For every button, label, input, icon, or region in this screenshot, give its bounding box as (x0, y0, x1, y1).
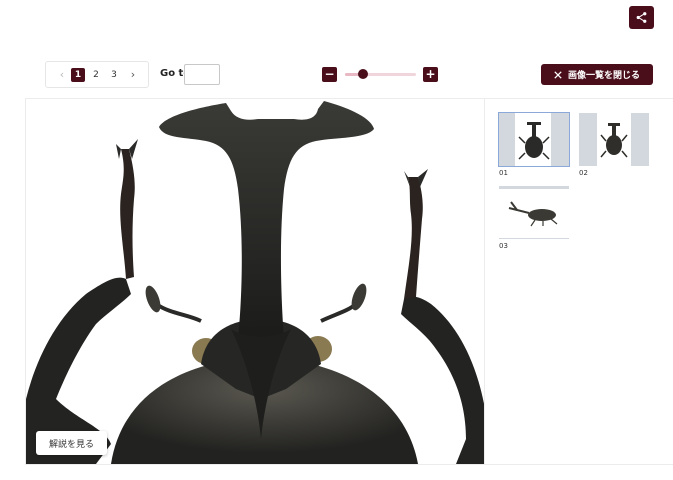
close-icon (554, 70, 562, 79)
zoom-slider-handle[interactable] (357, 69, 368, 79)
prev-page-icon[interactable]: ‹ (55, 68, 69, 81)
thumbnail-frame (579, 113, 649, 166)
next-page-icon[interactable]: › (126, 68, 140, 81)
pagination: ‹ 1 2 3 › (45, 61, 149, 88)
beetle-top-view-thumbnail (518, 122, 550, 160)
divider (25, 464, 673, 465)
main-image-viewer[interactable] (25, 99, 484, 464)
image-viewer-page: ‹ 1 2 3 › Go to − + 画像一覧を閉じる 解説を見る 01 02… (0, 0, 673, 480)
thumbnail-label: 01 (499, 169, 508, 177)
share-icon (636, 12, 647, 23)
zoom-slider[interactable] (345, 69, 416, 79)
share-button[interactable] (629, 6, 654, 29)
beetle-main-image (26, 101, 484, 464)
zoom-in-button[interactable]: + (423, 67, 438, 82)
page-1-button[interactable]: 1 (71, 67, 85, 82)
close-image-list-label: 画像一覧を閉じる (567, 71, 640, 81)
thumbnail-label: 02 (579, 169, 588, 177)
thumbnail-label: 03 (499, 242, 508, 250)
page-2-button[interactable]: 2 (89, 68, 103, 82)
zoom-out-button[interactable]: − (322, 67, 337, 82)
divider (484, 99, 485, 464)
goto-page-input[interactable] (184, 64, 220, 85)
beetle-bottom-view-thumbnail (600, 123, 628, 158)
page-3-button[interactable]: 3 (107, 68, 121, 82)
thumbnail-frame (499, 186, 569, 239)
beetle-side-view-thumbnail (508, 201, 558, 227)
view-description-button[interactable]: 解説を見る (36, 431, 107, 455)
thumbnail-frame (498, 112, 570, 167)
close-image-list-button[interactable]: 画像一覧を閉じる (541, 64, 653, 85)
